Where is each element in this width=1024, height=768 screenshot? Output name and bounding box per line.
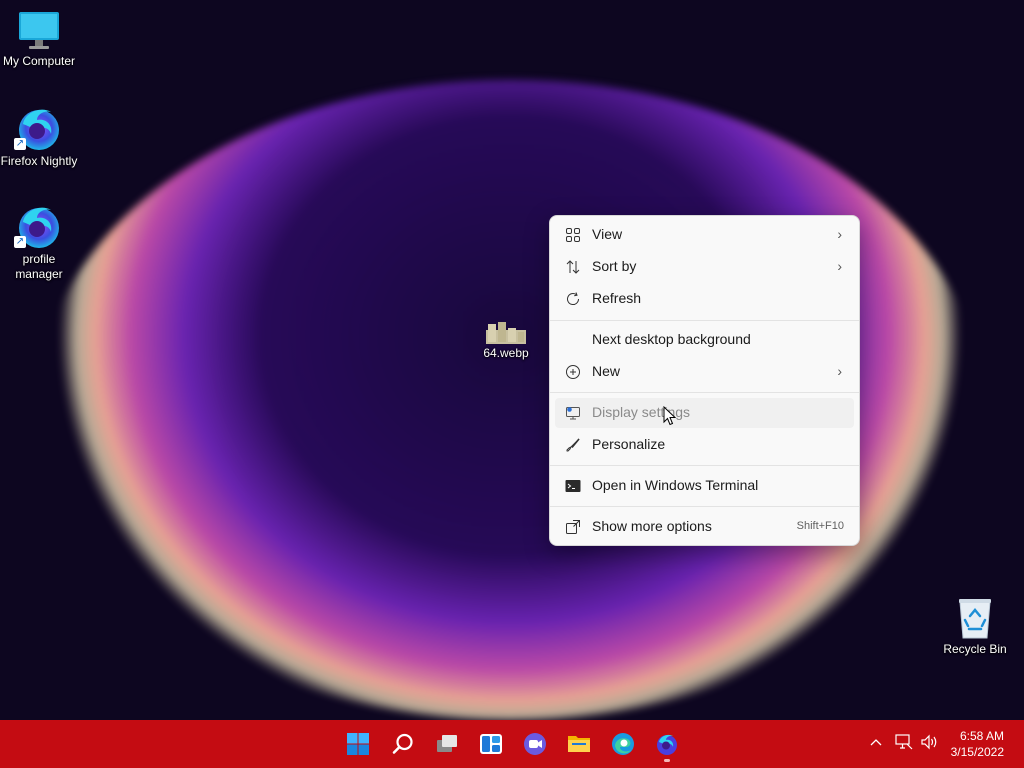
monitor-icon <box>19 12 59 49</box>
clock-time: 6:58 AM <box>959 729 1004 743</box>
menu-item-label: View <box>592 226 623 242</box>
desktop-context-menu: View › Sort by › Refresh Next desktop ba… <box>549 215 860 546</box>
menu-item-label: Next desktop background <box>592 331 751 347</box>
shortcut-arrow-icon: ↗ <box>14 138 26 150</box>
desktop-icon-label: My Computer <box>2 54 76 68</box>
teams-chat-icon <box>524 733 546 755</box>
shortcut-arrow-icon: ↗ <box>14 236 26 248</box>
network-icon[interactable] <box>895 734 913 750</box>
start-button[interactable] <box>340 726 376 762</box>
desktop-icon-label: 64.webp <box>483 346 529 360</box>
edge-button[interactable] <box>605 726 641 762</box>
menu-item-open-in-terminal[interactable]: Open in Windows Terminal <box>555 471 854 501</box>
menu-item-label: Show more options <box>592 518 712 534</box>
menu-item-label: Sort by <box>592 258 637 274</box>
menu-item-label: New <box>592 363 621 379</box>
desktop-icon-label: Firefox Nightly <box>0 154 78 168</box>
search-icon <box>392 733 413 754</box>
menu-item-view[interactable]: View › <box>555 220 854 250</box>
menu-item-refresh[interactable]: Refresh <box>555 284 854 314</box>
firefox-nightly-icon <box>657 734 677 755</box>
menu-separator <box>550 392 859 393</box>
taskbar: 6:58 AM 3/15/2022 <box>0 720 1024 768</box>
task-view-icon <box>437 735 457 752</box>
menu-item-shortcut: Shift+F10 <box>796 520 844 532</box>
running-indicator <box>664 759 670 762</box>
display-icon <box>566 407 580 420</box>
menu-separator <box>550 465 859 466</box>
brush-icon <box>566 438 580 452</box>
chevron-right-icon: › <box>837 258 842 274</box>
desktop-icon-profile-manager[interactable]: ↗ profile manager <box>0 202 78 282</box>
clock-date: 3/15/2022 <box>950 745 1004 759</box>
desktop[interactable]: My Computer ↗ Firefox Nightly ↗ profile … <box>0 0 1024 720</box>
edge-icon <box>612 733 634 755</box>
desktop-icon-label: profile manager <box>15 252 63 281</box>
folder-icon <box>568 736 590 752</box>
desktop-icon-my-computer[interactable]: My Computer <box>0 10 78 69</box>
desktop-icon-recycle-bin[interactable]: Recycle Bin <box>936 596 1014 657</box>
more-options-icon <box>566 520 580 534</box>
clock[interactable]: 6:58 AM 3/15/2022 <box>934 728 1004 760</box>
menu-item-label: Open in Windows Terminal <box>592 477 759 493</box>
sort-icon <box>566 260 580 274</box>
windows-logo-icon <box>347 733 369 755</box>
menu-item-label: Refresh <box>592 290 642 306</box>
plus-circle-icon <box>566 365 580 379</box>
menu-item-next-desktop-background[interactable]: Next desktop background <box>555 325 854 355</box>
grid-icon <box>566 228 580 242</box>
desktop-icon-label: Recycle Bin <box>943 642 1007 656</box>
widgets-icon <box>480 734 502 754</box>
chevron-right-icon: › <box>837 226 842 242</box>
widgets-button[interactable] <box>473 726 509 762</box>
desktop-icon-64-webp[interactable]: 64.webp <box>467 322 545 361</box>
firefox-nightly-taskbar-button[interactable] <box>649 726 685 762</box>
chevron-right-icon: › <box>837 363 842 379</box>
refresh-icon <box>567 292 580 306</box>
desktop-icon-firefox-nightly[interactable]: ↗ Firefox Nightly <box>0 104 78 169</box>
task-view-button[interactable] <box>429 726 465 762</box>
menu-item-personalize[interactable]: Personalize <box>555 430 854 460</box>
file-explorer-button[interactable] <box>561 726 597 762</box>
recycle-bin-icon <box>959 599 991 639</box>
menu-item-show-more-options[interactable]: Show more options Shift+F10 <box>555 512 854 542</box>
menu-item-sort-by[interactable]: Sort by › <box>555 252 854 282</box>
terminal-icon <box>565 480 581 492</box>
menu-separator <box>550 506 859 507</box>
search-button[interactable] <box>385 726 421 762</box>
chat-button[interactable] <box>517 726 553 762</box>
chevron-up-icon[interactable] <box>868 734 884 750</box>
menu-separator <box>550 320 859 321</box>
mouse-cursor-icon <box>663 406 677 426</box>
image-file-icon <box>486 322 526 344</box>
menu-item-display-settings[interactable]: Display settings <box>555 398 854 428</box>
menu-item-new[interactable]: New › <box>555 357 854 387</box>
menu-item-label: Personalize <box>592 436 666 452</box>
